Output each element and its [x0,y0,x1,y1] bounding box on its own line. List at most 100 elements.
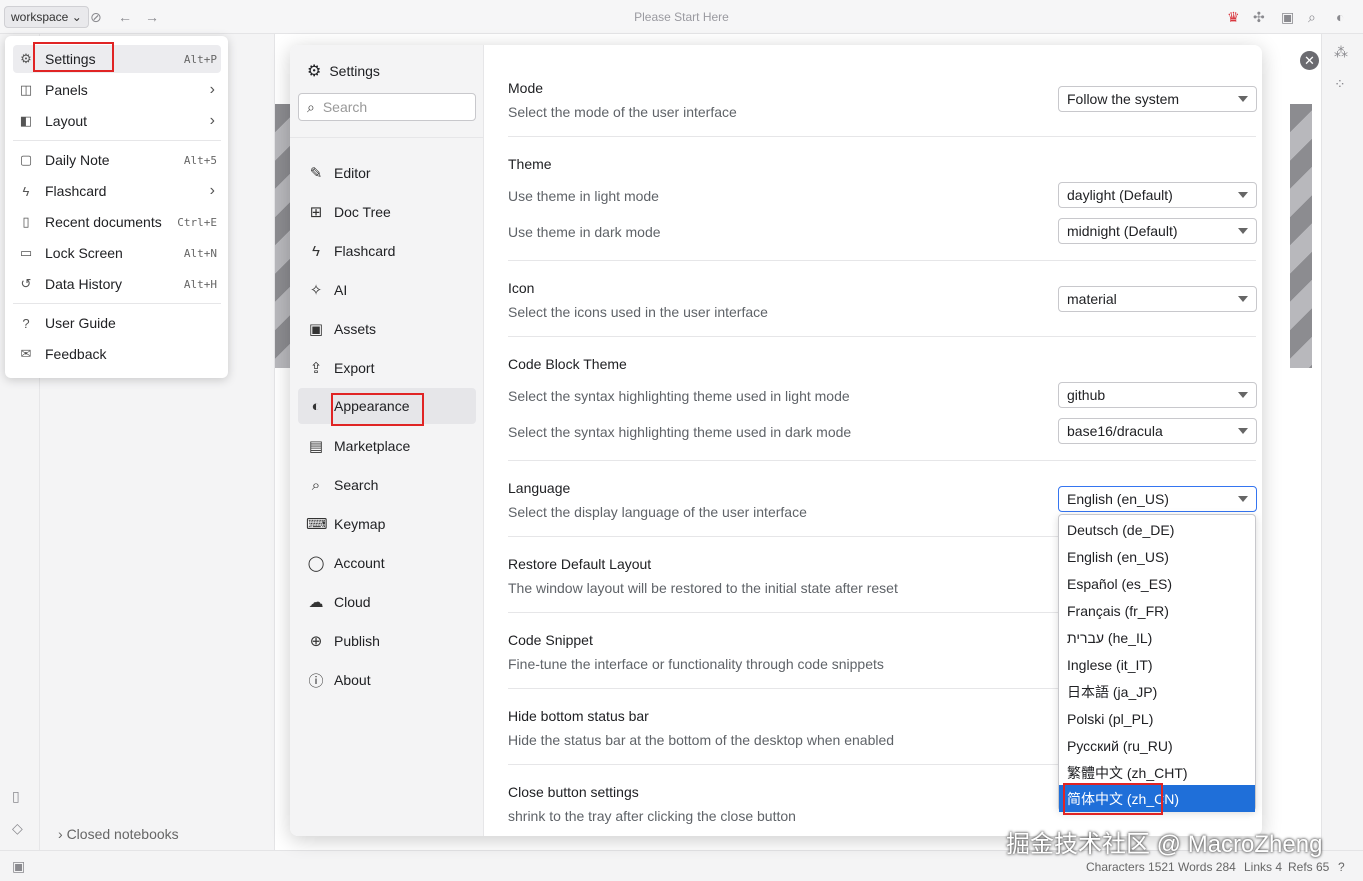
menu-divider [13,303,221,304]
nav-item-marketplace[interactable]: ▤ Marketplace [298,428,476,464]
menu-item-shortcut: Ctrl+E [177,215,217,229]
menu-item-layout[interactable]: ◧ Layout › [13,107,221,135]
chevron-down-icon [1238,192,1248,198]
crown-icon[interactable]: ♛ [1227,9,1240,25]
bookmark-icon[interactable]: ▯ [12,788,20,804]
language-select-value: English (en_US) [1067,491,1169,507]
feedback-icon: ✉ [20,346,32,361]
language-option[interactable]: English (en_US) [1059,543,1255,570]
ai-icon: ✧ [309,282,323,299]
search-placeholder: Search [322,99,368,115]
menu-item-label: Daily Note [45,152,110,168]
close-button-desc: shrink to the tray after clicking the cl… [508,808,796,824]
menu-item-feedback[interactable]: ✉ Feedback [13,340,221,368]
theme-toggle-icon[interactable]: ◐ [1336,9,1344,25]
icon-select[interactable]: material [1058,286,1257,312]
language-option-selected[interactable]: 简体中文 (zh_CN) [1059,785,1255,812]
menu-item-shortcut: Alt+N [183,246,217,260]
menu-item-flashcard[interactable]: ϟ Flashcard › [13,177,221,205]
nav-item-search[interactable]: ⌕ Search [298,467,476,503]
nav-item-cloud[interactable]: ☁ Cloud [298,584,476,620]
nav-item-keymap[interactable]: ⌨ Keymap [298,506,476,542]
close-dialog-icon[interactable]: ✕ [1300,51,1319,70]
menu-item-daily-note[interactable]: ▢ Daily Note Alt+5 [13,146,221,174]
theme-dark-label: Use theme in dark mode [508,224,661,240]
search-icon: ⌕ [311,476,321,494]
lock-icon: ▭ [19,245,33,260]
closed-notebooks-label: Closed notebooks [66,826,179,842]
status-characters: Characters 1521 [1086,860,1175,874]
settings-search-input[interactable]: ⌕ Search [298,93,476,121]
menu-item-data-history[interactable]: ↺ Data History Alt+H [13,270,221,298]
graph-icon[interactable]: ⁂ [1334,44,1348,60]
plugin-icon[interactable]: ✣ [1253,9,1265,25]
nav-item-label: Keymap [334,516,386,532]
language-option[interactable]: 日本語 (ja_JP) [1059,678,1255,705]
search-icon[interactable]: ⌕ [1308,9,1316,25]
chevron-down-icon [1238,296,1248,302]
language-option[interactable]: עברית (he_IL) [1059,624,1255,651]
closed-notebooks[interactable]: › Closed notebooks [58,826,179,842]
nav-item-label: Marketplace [334,438,411,454]
nav-item-doc-tree[interactable]: ⊞ Doc Tree [298,194,476,230]
watermark: 掘金技术社区 @ MacroZheng [1006,831,1323,858]
status-words: Words 284 [1178,860,1236,874]
document-icon: ▯ [22,214,30,229]
menu-item-user-guide[interactable]: ? User Guide [13,309,221,337]
layout-icon: ◧ [19,113,33,128]
menu-item-lock-screen[interactable]: ▭ Lock Screen Alt+N [13,239,221,267]
chevron-down-icon [1238,96,1248,102]
help-icon[interactable]: ? [1338,860,1345,874]
menu-item-shortcut: Alt+P [183,52,217,66]
nav-item-appearance[interactable]: ◐ Appearance [298,388,476,424]
menu-item-settings[interactable]: ⚙ Settings Alt+P [13,45,221,73]
nav-item-label: Appearance [334,398,410,414]
language-option[interactable]: Español (es_ES) [1059,570,1255,597]
nav-item-label: Search [334,477,379,493]
nav-item-label: Editor [334,165,371,181]
theme-dark-select[interactable]: midnight (Default) [1058,218,1257,244]
mode-select[interactable]: Follow the system [1058,86,1257,112]
chevron-down-icon [1238,428,1248,434]
close-button-title: Close button settings [508,784,639,800]
status-links: Links 4 [1244,860,1283,874]
code-block-dark-select[interactable]: base16/dracula [1058,418,1257,444]
flashcard-icon: ϟ [312,242,320,260]
language-option[interactable]: Русский (ru_RU) [1059,732,1255,759]
nav-item-account[interactable]: ◯ Account [298,545,476,581]
nav-item-about[interactable]: ⓘ About [298,662,476,698]
menu-item-panels[interactable]: ◫ Panels › [13,76,221,104]
nav-item-label: About [334,672,371,688]
theme-light-select[interactable]: daylight (Default) [1058,182,1257,208]
keyboard-icon: ⌨ [306,516,328,533]
language-option[interactable]: 繁體中文 (zh_CHT) [1059,759,1255,786]
code-block-light-label: Select the syntax highlighting theme use… [508,388,850,404]
statusbar-desc: Hide the status bar at the bottom of the… [508,732,895,748]
help-icon: ? [22,315,30,331]
terminal-icon[interactable]: ▣ [1281,9,1294,25]
language-option[interactable]: Deutsch (de_DE) [1059,516,1255,543]
tree-icon: ⊞ [309,204,323,221]
dock-toggle-icon[interactable]: ▣ [12,858,25,874]
search-icon: ⌕ [307,98,315,115]
theme-light-value: daylight (Default) [1067,187,1173,203]
global-graph-icon[interactable]: ⁘ [1334,76,1346,92]
chevron-right-icon: › [209,182,215,199]
language-option[interactable]: Français (fr_FR) [1059,597,1255,624]
nav-item-flashcard[interactable]: ϟ Flashcard [298,233,476,269]
language-option[interactable]: Polski (pl_PL) [1059,705,1255,732]
nav-item-ai[interactable]: ✧ AI [298,272,476,308]
menu-item-recent-documents[interactable]: ▯ Recent documents Ctrl+E [13,208,221,236]
code-block-dark-label: Select the syntax highlighting theme use… [508,424,852,440]
nav-item-publish[interactable]: ⊕ Publish [298,623,476,659]
language-select[interactable]: English (en_US) [1058,486,1257,512]
tag-icon[interactable]: ◇ [12,820,23,836]
nav-item-editor[interactable]: ✎ Editor [298,155,476,191]
snippet-title: Code Snippet [508,632,593,648]
code-block-light-select[interactable]: github [1058,382,1257,408]
nav-item-export[interactable]: ⇪ Export [298,350,476,386]
nav-item-assets[interactable]: ▣ Assets [298,311,476,347]
menu-item-label: Recent documents [45,214,162,230]
settings-title: ⚙ Settings [307,61,380,81]
language-option[interactable]: Inglese (it_IT) [1059,651,1255,678]
